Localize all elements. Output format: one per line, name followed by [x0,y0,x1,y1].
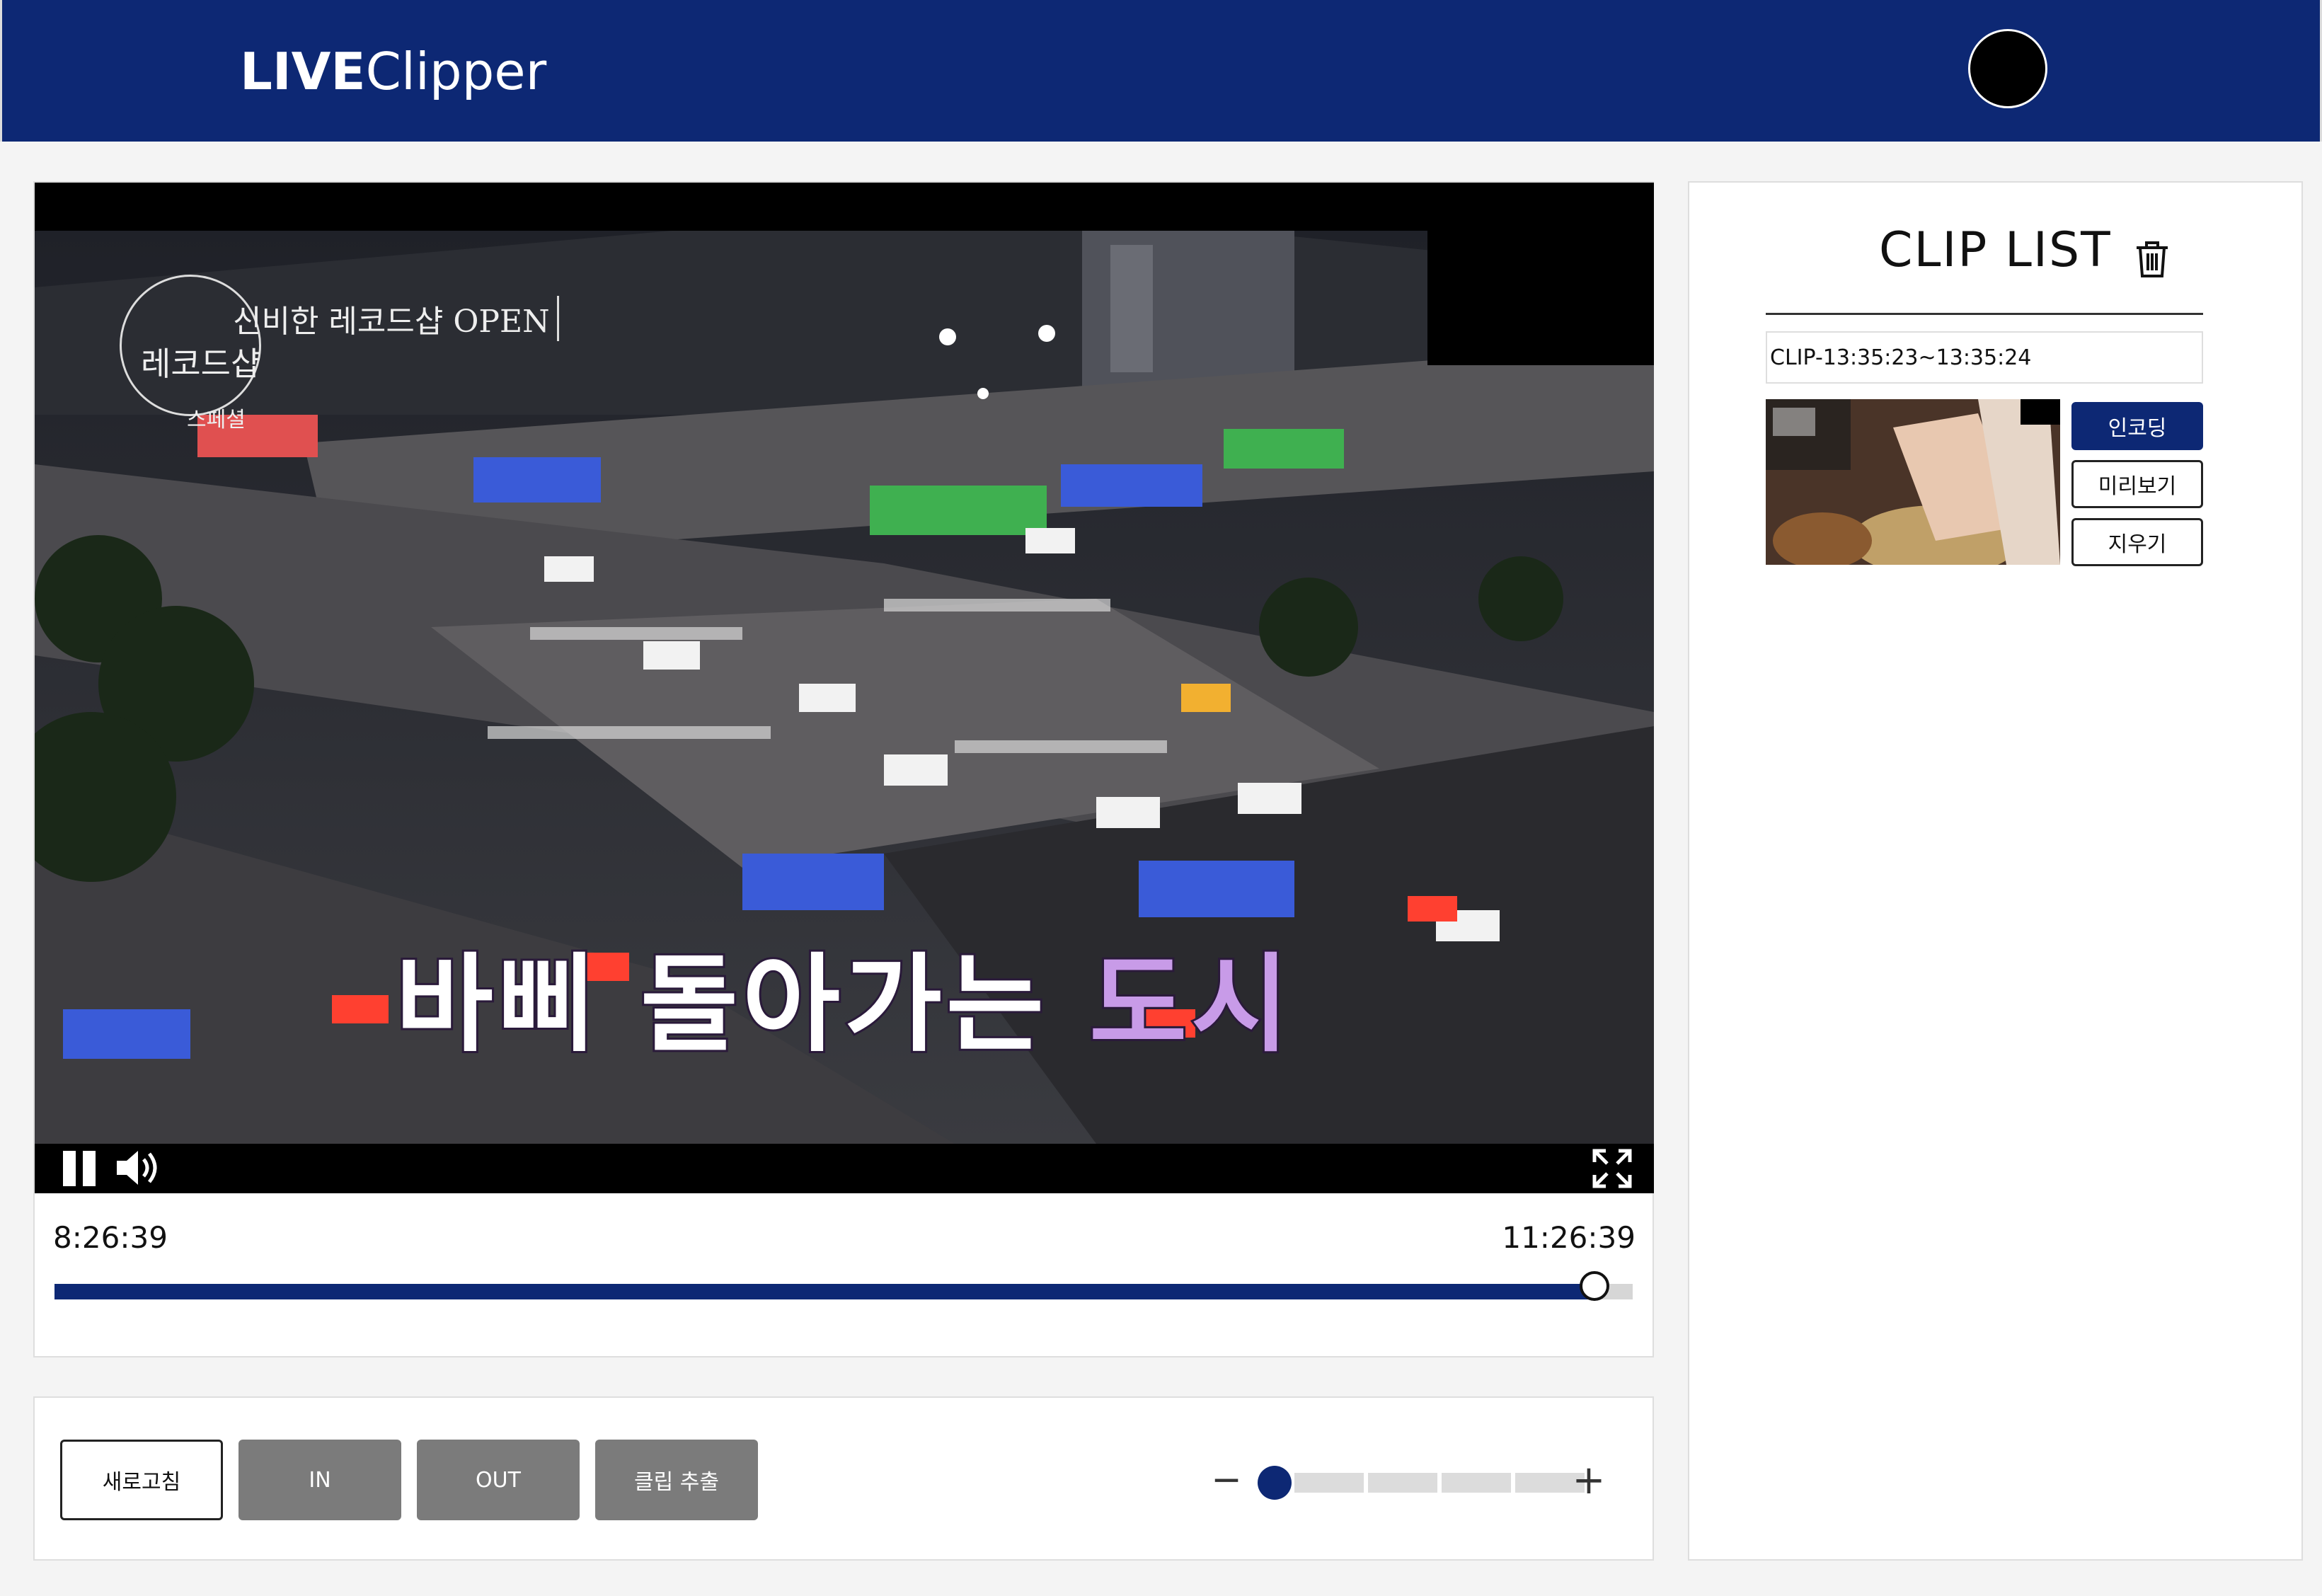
zoom-thumb[interactable] [1258,1466,1292,1500]
logo-text: Clipper [365,42,547,101]
zoom-step[interactable] [1442,1473,1511,1493]
encode-button[interactable]: 인코딩 [2071,402,2203,450]
zoom-step[interactable] [1368,1473,1437,1493]
extract-clip-button[interactable]: 클립 추출 [595,1440,758,1520]
caption-white: 바삐 돌아가는 [393,941,1090,1069]
video-controls [35,1144,1654,1193]
clip-item-name: CLIP-13:35:23~13:35:24 [1766,331,2203,384]
zoom-step[interactable] [1294,1473,1364,1493]
video-caption: 바삐 돌아가는 도시 [35,919,1654,1072]
delete-button[interactable]: 지우기 [2071,518,2203,566]
badge-title: 신비한 레코드샵 OPEN [233,296,559,341]
clip-toolbar: 새로고침 IN OUT 클립 추출 − + [33,1396,1654,1561]
in-button[interactable]: IN [238,1440,401,1520]
logo-mask [1427,231,1654,365]
fullscreen-icon[interactable] [1592,1148,1633,1189]
refresh-button[interactable]: 새로고침 [60,1440,223,1520]
clip-list-divider [1766,313,2203,315]
preview-button[interactable]: 미리보기 [2071,460,2203,508]
caption-highlight: 도시 [1087,941,1294,1069]
out-button[interactable]: OUT [417,1440,580,1520]
app-logo[interactable]: LIVE Clipper [240,40,546,103]
zoom-out-button[interactable]: − [1211,1459,1242,1501]
badge-subtitle: 스페셜 [187,408,246,432]
pause-icon[interactable] [60,1149,103,1188]
timeline-progress [54,1284,1595,1299]
timeline-thumb[interactable] [1580,1271,1610,1301]
player-card: 레코드샵 신비한 레코드샵 OPEN 스페셜 바삐 돌아가는 도시 8:26:3… [33,181,1654,1357]
timeline-start-time: 8:26:39 [53,1220,168,1255]
trash-icon[interactable] [2134,239,2171,279]
logo-bold-text: LIVE [240,42,366,101]
badge-logo-text: 레코드샵 [141,345,261,383]
timeline-slider[interactable] [54,1271,1633,1301]
clip-item-thumbnail[interactable] [1766,399,2060,565]
clip-list-panel: CLIP LIST CLIP-13:35:23~13:35:24 인코딩 미리보… [1688,181,2303,1561]
app-header: LIVE Clipper [0,0,2322,142]
video-player[interactable]: 레코드샵 신비한 레코드샵 OPEN 스페셜 바삐 돌아가는 도시 [35,183,1654,1193]
zoom-in-button[interactable]: + [1572,1457,1606,1503]
timeline-end-time: 11:26:39 [1502,1220,1636,1255]
volume-icon[interactable] [114,1147,163,1189]
clip-list-title: CLIP LIST [1879,222,2112,278]
user-avatar[interactable] [1968,29,2047,108]
